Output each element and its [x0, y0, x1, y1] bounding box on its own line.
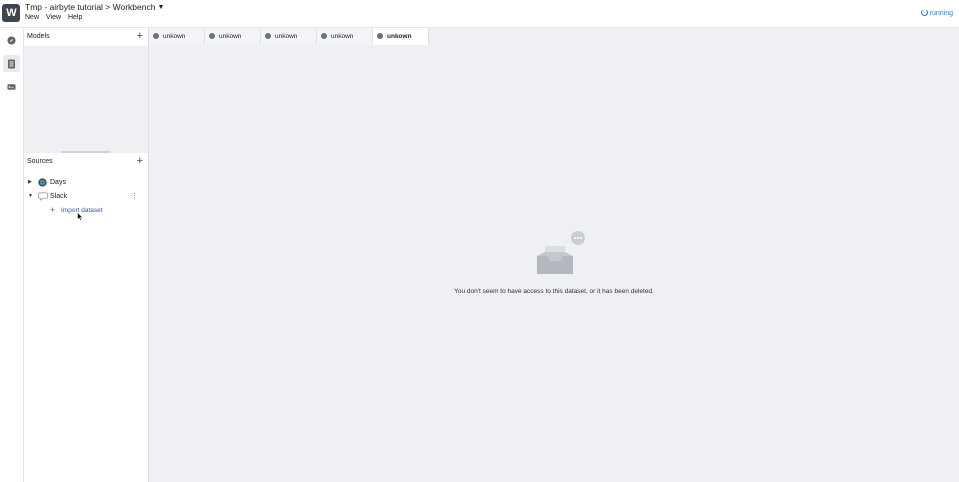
import-dataset-button[interactable]: + Import dataset: [50, 205, 140, 217]
tab-label: unkown: [219, 33, 242, 40]
empty-state-message: You don't seem to have access to this da…: [454, 288, 654, 295]
tab-label: unkown: [163, 33, 186, 40]
top-bar: W Tmp - airbyte tutorial > Workbench ▼ Ne…: [0, 0, 959, 28]
globe-icon: [38, 178, 47, 189]
sources-header: Sources +: [24, 153, 148, 171]
source-item-slack[interactable]: ▼ Slack ⋮: [24, 191, 148, 203]
source-label: Days: [50, 179, 66, 186]
add-source-icon[interactable]: +: [137, 155, 143, 167]
mouse-cursor-icon: [77, 212, 83, 221]
chat-icon: [38, 192, 48, 203]
tab-bar: unkown unkown unkown unkown unkown: [149, 28, 959, 45]
main-content: You don't seem to have access to this da…: [149, 45, 959, 482]
models-list: [24, 46, 148, 152]
tab-unkown-5[interactable]: unkown: [373, 28, 429, 45]
menu-new[interactable]: New: [25, 14, 39, 21]
source-item-days[interactable]: ▶ Days: [24, 177, 148, 189]
terminal-icon: [7, 84, 16, 90]
left-panel: Models + Sources + ▶ Days ▼ Slack ⋮ + Im…: [24, 28, 149, 482]
side-rail: [0, 28, 24, 482]
more-vertical-icon[interactable]: ⋮: [131, 192, 138, 200]
breadcrumb[interactable]: Tmp - airbyte tutorial > Workbench ▼: [25, 2, 164, 12]
empty-inbox-icon: [537, 231, 585, 274]
tab-label: unkown: [387, 33, 412, 40]
chevron-down-icon[interactable]: ▼: [157, 4, 164, 11]
dataset-icon: [153, 33, 159, 39]
rail-compass-button[interactable]: [3, 32, 20, 49]
dataset-icon: [377, 33, 383, 39]
menu-view[interactable]: View: [46, 14, 61, 21]
plus-icon: +: [50, 205, 56, 215]
dataset-icon: [209, 33, 215, 39]
sources-list: ▶ Days ▼ Slack ⋮ + Import dataset: [24, 171, 148, 482]
chevron-down-icon[interactable]: ▼: [28, 193, 33, 199]
sources-title: Sources: [27, 158, 53, 165]
status-text: running: [929, 10, 953, 17]
rail-terminal-button[interactable]: [3, 79, 20, 96]
models-header: Models +: [24, 28, 148, 46]
rail-list-button[interactable]: [3, 55, 20, 72]
tab-unkown-3[interactable]: unkown: [261, 28, 317, 45]
source-label: Slack: [50, 193, 68, 200]
models-title: Models: [27, 33, 50, 40]
tab-unkown-4[interactable]: unkown: [317, 28, 373, 45]
compass-icon: [7, 36, 16, 45]
menu-help[interactable]: Help: [68, 14, 82, 21]
breadcrumb-text: Tmp - airbyte tutorial > Workbench: [25, 2, 156, 12]
chevron-right-icon[interactable]: ▶: [28, 179, 32, 185]
tab-label: unkown: [275, 33, 298, 40]
app-logo[interactable]: W: [2, 4, 20, 22]
add-model-icon[interactable]: +: [137, 30, 143, 42]
status-indicator: running: [920, 9, 953, 17]
menu-bar: New View Help: [25, 14, 87, 21]
dataset-icon: [321, 33, 327, 39]
dataset-icon: [265, 33, 271, 39]
spinner-icon: [920, 9, 928, 16]
tab-unkown-2[interactable]: unkown: [205, 28, 261, 45]
tab-label: unkown: [331, 33, 354, 40]
tab-unkown-1[interactable]: unkown: [149, 28, 205, 45]
list-icon: [8, 59, 15, 69]
